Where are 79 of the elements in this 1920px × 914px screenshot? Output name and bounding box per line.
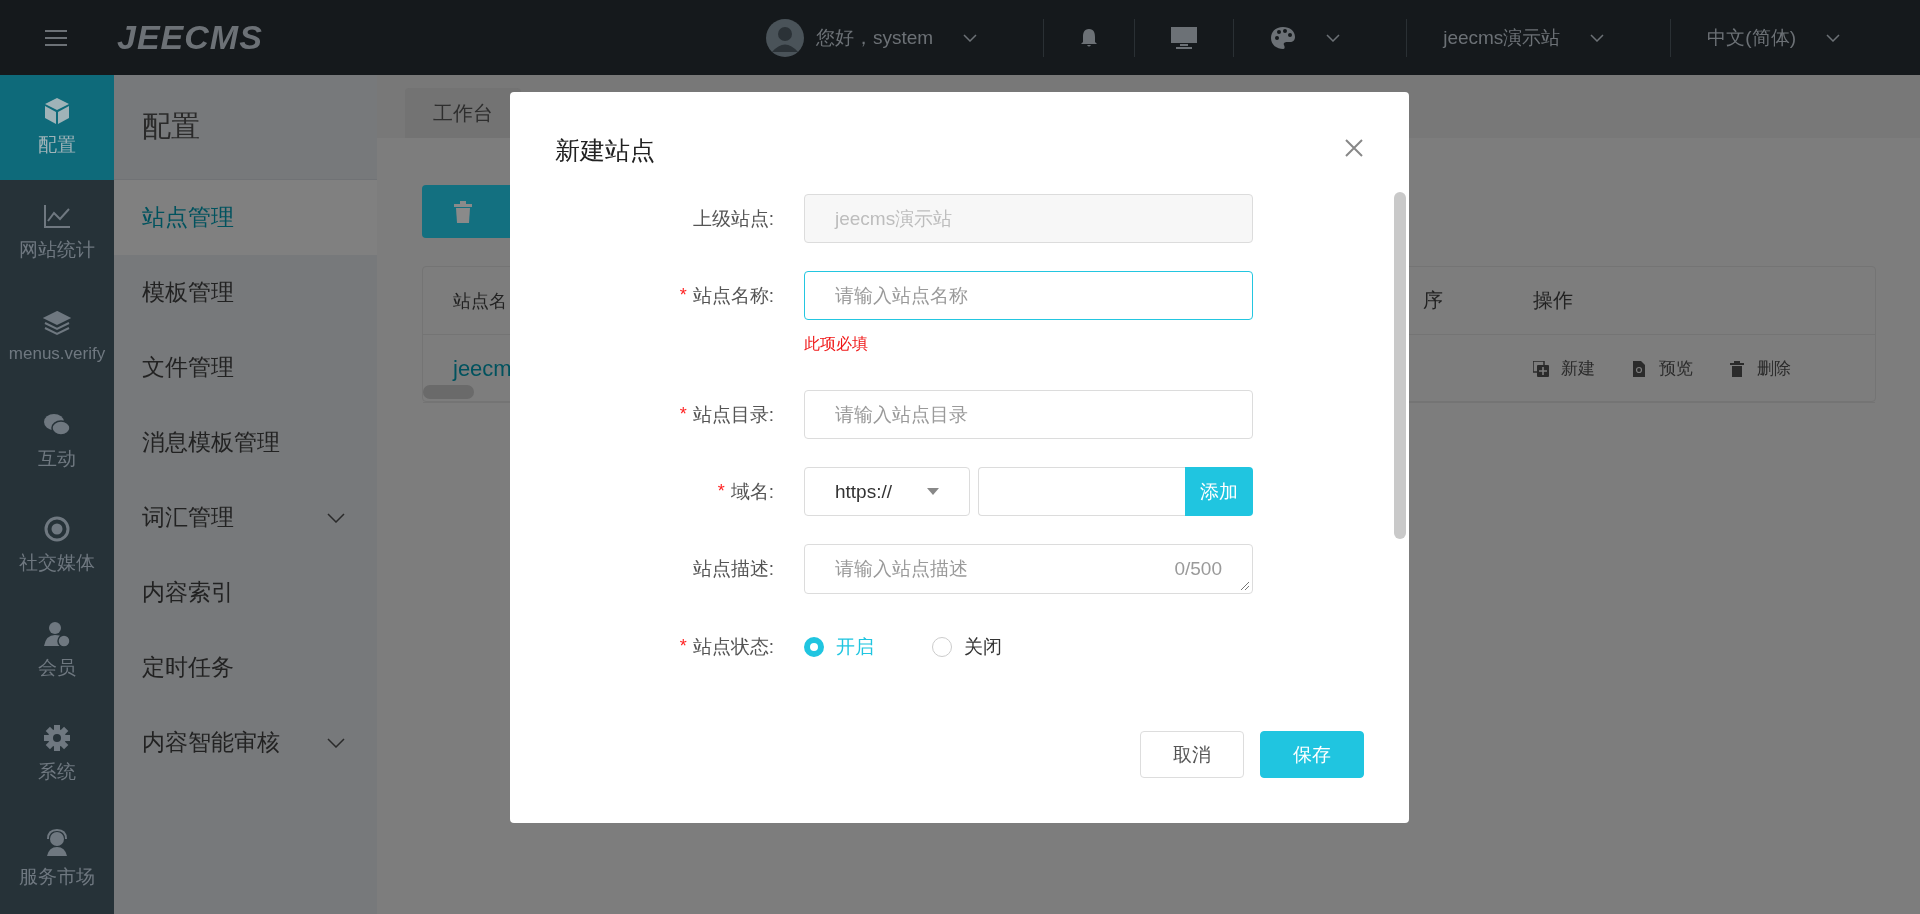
- cancel-button[interactable]: 取消: [1140, 731, 1244, 778]
- rail-label: 配置: [38, 133, 76, 158]
- row-action[interactable]: 删除: [1729, 357, 1791, 380]
- rail-label: 服务市场: [19, 864, 95, 889]
- rail-item[interactable]: 互动: [0, 388, 114, 493]
- palette-icon[interactable]: [1270, 25, 1297, 50]
- radio-option[interactable]: 开启: [804, 634, 874, 660]
- monitor-icon[interactable]: [1171, 26, 1198, 49]
- caret-icon: [927, 488, 939, 495]
- bell-icon[interactable]: [1080, 27, 1099, 48]
- input-field[interactable]: [978, 467, 1185, 516]
- sidebar-item[interactable]: 文件管理: [114, 330, 377, 405]
- rail-label: 互动: [38, 446, 76, 471]
- chevron-down-icon: [327, 512, 345, 523]
- gear-icon: [42, 723, 72, 754]
- row-action[interactable]: 新建: [1533, 357, 1595, 380]
- rail-label: 系统: [38, 760, 76, 785]
- add-button[interactable]: 添加: [1185, 467, 1253, 516]
- column-header: 站点名: [453, 290, 507, 311]
- column-header: 序: [1423, 288, 1444, 313]
- rail-item[interactable]: 会员: [0, 597, 114, 702]
- field-label: 站点描述:: [692, 556, 774, 581]
- rail-item[interactable]: 网站统计: [0, 179, 114, 284]
- close-icon[interactable]: [1345, 139, 1363, 157]
- row-action[interactable]: 预览: [1631, 357, 1693, 380]
- rail-item[interactable]: 社交媒体: [0, 493, 114, 598]
- document-search-icon: [1631, 360, 1647, 377]
- sidebar-item[interactable]: 定时任务: [114, 630, 377, 705]
- field-label: 站点名称:: [692, 283, 774, 308]
- error-message: 此项必填: [804, 334, 868, 354]
- chevron-down-icon[interactable]: [1590, 33, 1605, 42]
- menu-icon[interactable]: [45, 28, 67, 47]
- trash-icon: [454, 200, 472, 223]
- logo: JEECMS: [117, 18, 263, 57]
- sidebar-item[interactable]: 内容索引: [114, 555, 377, 630]
- site-selector[interactable]: jeecms演示站: [1443, 24, 1561, 51]
- sidebar-item[interactable]: 内容智能审核: [114, 705, 377, 780]
- tab[interactable]: 工作台: [405, 88, 521, 138]
- field-label: 站点状态:: [692, 634, 774, 659]
- chevron-down-icon[interactable]: [1826, 33, 1840, 42]
- sidebar-item[interactable]: 模板管理: [114, 255, 377, 330]
- avatar-icon[interactable]: [765, 18, 804, 57]
- user-greeting[interactable]: 您好，system: [815, 24, 934, 51]
- rail-label: 网站统计: [19, 237, 95, 262]
- field-label: 域名:: [730, 479, 774, 504]
- chevron-down-icon[interactable]: [1326, 33, 1341, 42]
- site-link[interactable]: jeecm: [453, 355, 512, 381]
- field-label: 站点目录:: [692, 402, 774, 427]
- rail-item[interactable]: 配置: [0, 75, 114, 180]
- sidebar-item[interactable]: 消息模板管理: [114, 405, 377, 480]
- required-mark: *: [717, 481, 725, 502]
- rail-item[interactable]: 系统: [0, 702, 114, 807]
- field-label: 上级站点:: [692, 206, 774, 231]
- cube-icon: [42, 96, 72, 127]
- rail-item[interactable]: 服务市场: [0, 806, 114, 911]
- rail-label: 会员: [38, 655, 76, 680]
- required-mark: *: [679, 404, 687, 425]
- column-header: 操作: [1533, 288, 1573, 313]
- sidebar-item[interactable]: 词汇管理: [114, 480, 377, 555]
- resize-handle-icon[interactable]: [1240, 581, 1250, 591]
- rail-label: menus.verify: [8, 344, 106, 365]
- required-mark: *: [679, 285, 687, 306]
- rail-item[interactable]: menus.verify: [0, 284, 114, 389]
- save-button[interactable]: 保存: [1260, 731, 1364, 778]
- required-mark: *: [679, 636, 687, 657]
- dialog-title: 新建站点: [555, 135, 655, 166]
- input-field[interactable]: 请输入站点名称: [804, 271, 1253, 320]
- radio-option[interactable]: 关闭: [932, 634, 1002, 660]
- trash-icon: [1729, 360, 1745, 377]
- add-icon: [1533, 360, 1549, 377]
- language-selector[interactable]: 中文(简体): [1707, 24, 1796, 51]
- sidebar-item[interactable]: 站点管理: [114, 180, 377, 255]
- chevron-down-icon: [327, 737, 345, 748]
- chevron-down-icon[interactable]: [963, 33, 978, 42]
- scrollbar-thumb[interactable]: [1394, 192, 1406, 539]
- input-field[interactable]: 请输入站点目录: [804, 390, 1253, 439]
- rail-label: 社交媒体: [19, 551, 95, 576]
- textarea-field[interactable]: 请输入站点描述 0/500: [804, 544, 1253, 594]
- protocol-select[interactable]: https://: [804, 467, 970, 516]
